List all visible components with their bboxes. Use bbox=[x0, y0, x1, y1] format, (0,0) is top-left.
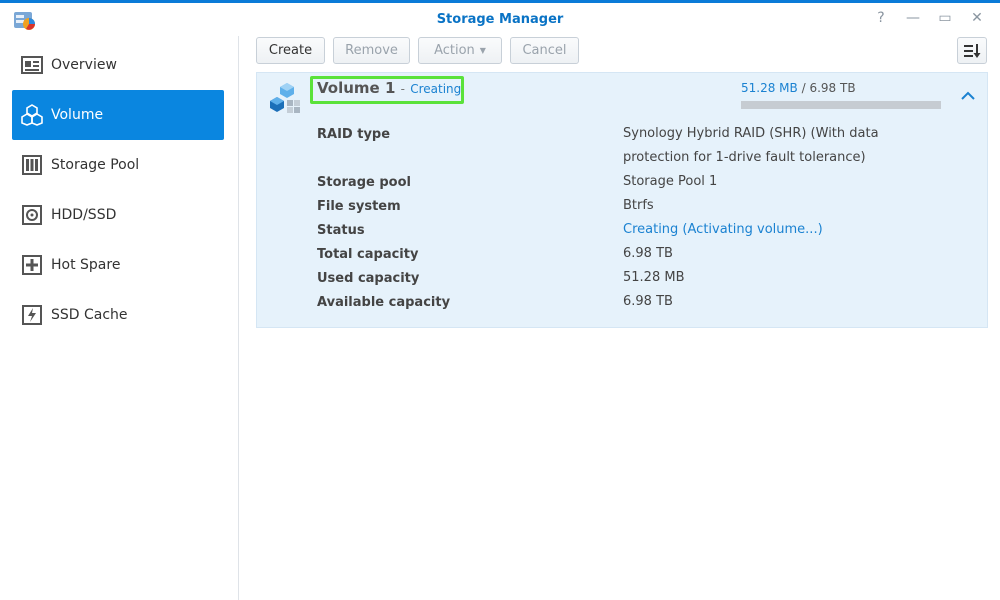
close-icon[interactable]: ✕ bbox=[968, 9, 986, 27]
collapse-chevron-up-icon[interactable] bbox=[959, 87, 977, 105]
minimize-icon[interactable]: — bbox=[904, 9, 922, 27]
detail-label: File system bbox=[317, 199, 401, 214]
detail-label: Status bbox=[317, 223, 365, 238]
sidebar-item-hdd-ssd[interactable]: HDD/SSD bbox=[12, 190, 224, 240]
caret-down-icon: ▼ bbox=[479, 46, 486, 55]
detail-label: Total capacity bbox=[317, 247, 419, 262]
detail-value: Synology Hybrid RAID (SHR) (With data pr… bbox=[623, 126, 879, 165]
usage-bar bbox=[741, 101, 941, 109]
action-button-label: Action bbox=[434, 43, 475, 58]
detail-label: Used capacity bbox=[317, 271, 420, 286]
volume-title: Volume 1 - Creating bbox=[317, 79, 461, 97]
sidebar-item-label: Overview bbox=[51, 57, 117, 73]
usage-separator: / bbox=[801, 81, 806, 95]
detail-label: Available capacity bbox=[317, 295, 451, 310]
sidebar-item-hot-spare[interactable]: Hot Spare bbox=[12, 240, 224, 290]
create-button[interactable]: Create bbox=[256, 37, 325, 64]
volume-cubes-icon bbox=[270, 83, 300, 113]
volume-dash: - bbox=[400, 82, 405, 96]
sort-icon bbox=[964, 43, 981, 58]
sidebar-item-label: Storage Pool bbox=[51, 157, 140, 173]
maximize-icon[interactable]: ▭ bbox=[936, 9, 954, 27]
detail-value: Storage Pool 1 bbox=[623, 174, 718, 189]
detail-value: Btrfs bbox=[623, 198, 654, 213]
detail-value: 51.28 MB bbox=[623, 270, 685, 285]
detail-label: RAID type bbox=[317, 127, 391, 142]
storage-pool-icon bbox=[21, 154, 43, 176]
sidebar-item-ssd-cache[interactable]: SSD Cache bbox=[12, 290, 224, 340]
sidebar-item-label: HDD/SSD bbox=[51, 207, 117, 223]
volume-panel[interactable]: Volume 1 - Creating 51.28 MB / 6.98 TB R… bbox=[256, 72, 988, 328]
volume-status: Creating bbox=[410, 82, 462, 96]
window-title: Storage Manager bbox=[436, 12, 564, 27]
ssd-cache-icon bbox=[21, 304, 43, 326]
sidebar-item-volume[interactable]: Volume bbox=[12, 90, 224, 140]
usage-total: 6.98 TB bbox=[809, 81, 856, 95]
overview-icon bbox=[21, 54, 43, 76]
hdd-icon bbox=[21, 204, 43, 226]
usage-used: 51.28 MB bbox=[741, 81, 798, 95]
detail-value: 6.98 TB bbox=[623, 246, 673, 261]
help-icon[interactable]: ? bbox=[872, 9, 890, 27]
title-bar: Storage Manager ? — ▭ ✕ bbox=[0, 0, 1000, 36]
detail-value-status-link[interactable]: Creating (Activating volume...) bbox=[623, 218, 893, 242]
remove-button[interactable]: Remove bbox=[333, 37, 410, 64]
sort-button[interactable] bbox=[957, 37, 987, 64]
sidebar-item-label: Volume bbox=[51, 107, 104, 123]
cancel-button[interactable]: Cancel bbox=[510, 37, 579, 64]
hot-spare-icon bbox=[21, 254, 43, 276]
action-button[interactable]: Action ▼ bbox=[418, 37, 502, 64]
sidebar-item-label: SSD Cache bbox=[51, 307, 128, 323]
detail-value: 6.98 TB bbox=[623, 294, 673, 309]
volume-name: Volume 1 bbox=[317, 79, 396, 97]
volume-icon bbox=[21, 104, 43, 126]
sidebar-item-overview[interactable]: Overview bbox=[12, 40, 224, 90]
sidebar-item-storage-pool[interactable]: Storage Pool bbox=[12, 140, 224, 190]
usage-text: 51.28 MB / 6.98 TB bbox=[741, 81, 856, 95]
sidebar: Overview Volume Storage Pool HDD/SSD Hot… bbox=[0, 36, 239, 600]
detail-label: Storage pool bbox=[317, 175, 411, 190]
toolbar: Create Remove Action ▼ Cancel bbox=[256, 37, 579, 65]
sidebar-item-label: Hot Spare bbox=[51, 257, 121, 273]
